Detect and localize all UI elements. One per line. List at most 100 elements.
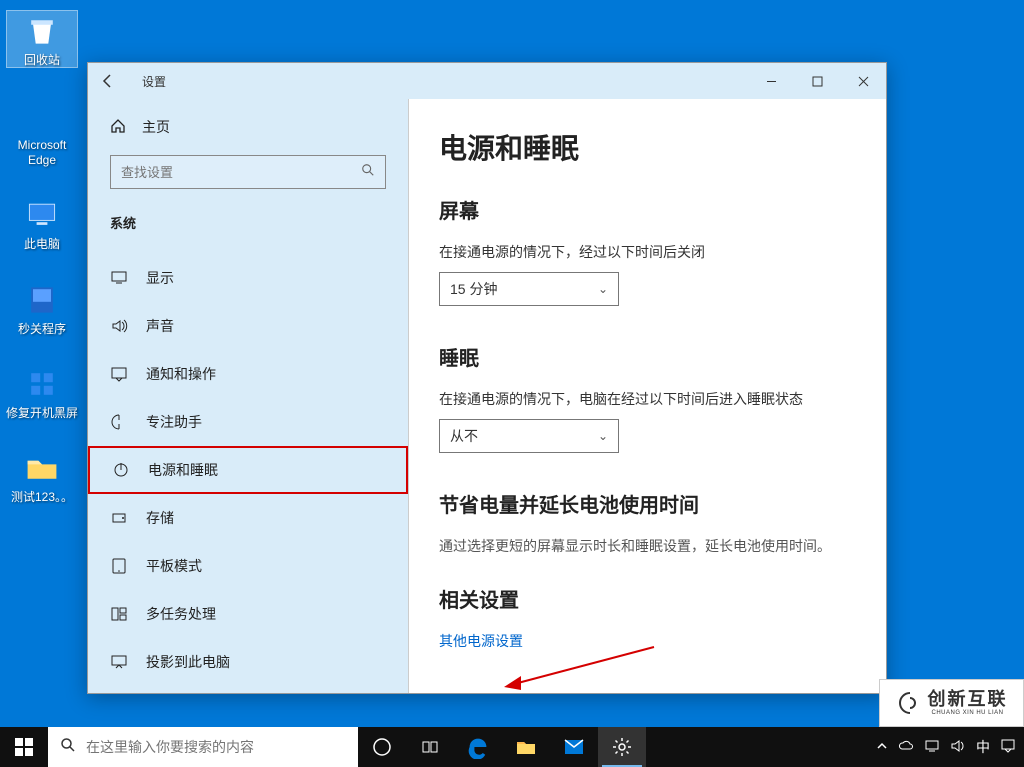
sound-icon	[110, 317, 128, 335]
chevron-down-icon: ⌄	[598, 429, 608, 443]
related-heading: 相关设置	[439, 584, 856, 613]
app-icon	[20, 364, 64, 404]
app-icon	[20, 280, 64, 320]
page-title: 电源和睡眠	[439, 127, 856, 167]
battery-tip: 通过选择更短的屏幕显示时长和睡眠设置，延长电池使用时间。	[439, 536, 856, 556]
desktop-icon-recycle-bin[interactable]: 回收站	[6, 10, 78, 68]
start-button[interactable]	[0, 727, 48, 767]
settings-window: 设置 主页 系统 显示 声音 通知和操作 专注助手 电源和睡眠	[87, 62, 887, 694]
desktop-icon-label: Microsoft Edge	[18, 138, 67, 167]
project-icon	[110, 653, 128, 671]
nav-item-tablet-mode[interactable]: 平板模式	[88, 542, 408, 590]
screen-timeout-value: 15 分钟	[450, 279, 497, 299]
taskbar-apps	[358, 727, 646, 767]
nav-item-label: 电源和睡眠	[148, 460, 218, 480]
tray-onedrive-icon[interactable]	[898, 738, 914, 757]
power-icon	[112, 461, 130, 479]
desktop-icon-edge[interactable]: Microsoft Edge	[6, 96, 78, 167]
taskbar-explorer[interactable]	[502, 727, 550, 767]
taskbar-edge[interactable]	[454, 727, 502, 767]
taskbar: 中	[0, 727, 1024, 767]
screen-heading: 屏幕	[439, 195, 856, 224]
nav-item-label: 多任务处理	[146, 604, 216, 624]
nav-item-power-sleep[interactable]: 电源和睡眠	[88, 446, 408, 494]
sleep-timeout-value: 从不	[450, 426, 478, 446]
nav-item-label: 通知和操作	[146, 364, 216, 384]
nav-item-projecting[interactable]: 投影到此电脑	[88, 638, 408, 686]
tray-action-center-icon[interactable]	[1000, 738, 1016, 757]
battery-heading: 节省电量并延长电池使用时间	[439, 489, 856, 518]
system-tray: 中	[876, 737, 1024, 757]
nav-item-sound[interactable]: 声音	[88, 302, 408, 350]
desktop-icon-label: 回收站	[24, 53, 60, 67]
cortana-button[interactable]	[358, 727, 406, 767]
desktop-icon-test-folder[interactable]: 测试123。。	[6, 448, 78, 504]
taskview-button[interactable]	[406, 727, 454, 767]
folder-icon	[20, 448, 64, 488]
nav-item-label: 声音	[146, 316, 174, 336]
nav-item-label: 投影到此电脑	[146, 652, 230, 672]
display-icon	[110, 269, 128, 287]
maximize-button[interactable]	[794, 63, 840, 99]
taskbar-settings[interactable]	[598, 727, 646, 767]
sleep-desc: 在接通电源的情况下，电脑在经过以下时间后进入睡眠状态	[439, 389, 856, 409]
section-label: 系统	[110, 213, 386, 232]
nav-item-label: 专注助手	[146, 412, 202, 432]
edge-icon	[20, 96, 64, 136]
main-pane: 电源和睡眠 屏幕 在接通电源的情况下，经过以下时间后关闭 15 分钟 ⌄ 睡眠 …	[408, 99, 886, 693]
other-power-settings-link[interactable]: 其他电源设置	[439, 631, 856, 651]
nav-item-notifications[interactable]: 通知和操作	[88, 350, 408, 398]
watermark-logo: 创新互联 CHUANG XIN HU LIAN	[879, 679, 1024, 727]
focus-icon	[110, 413, 128, 431]
storage-icon	[110, 509, 128, 527]
home-nav[interactable]: 主页	[110, 117, 386, 137]
settings-search-input[interactable]	[121, 165, 361, 180]
desktop-icon-label: 修复开机黑屏	[6, 406, 78, 420]
taskbar-search[interactable]	[48, 727, 358, 767]
nav-item-storage[interactable]: 存储	[88, 494, 408, 542]
notification-icon	[110, 365, 128, 383]
tray-chevron-up-icon[interactable]	[876, 740, 888, 755]
search-icon	[361, 163, 375, 182]
nav-list: 显示 声音 通知和操作 专注助手 电源和睡眠 存储 平板模式 多任务处理 投影到…	[88, 254, 408, 686]
close-button[interactable]	[840, 63, 886, 99]
taskbar-mail[interactable]	[550, 727, 598, 767]
this-pc-icon	[20, 195, 64, 235]
nav-item-label: 显示	[146, 268, 174, 288]
sleep-timeout-select[interactable]: 从不 ⌄	[439, 419, 619, 453]
screen-desc: 在接通电源的情况下，经过以下时间后关闭	[439, 242, 856, 262]
sleep-heading: 睡眠	[439, 342, 856, 371]
desktop-icons: 回收站 Microsoft Edge 此电脑 秒关程序 修复开机黑屏 测试123…	[6, 10, 82, 505]
multitasking-icon	[110, 605, 128, 623]
taskbar-search-input[interactable]	[86, 739, 346, 755]
settings-search[interactable]	[110, 155, 386, 189]
side-pane: 主页 系统 显示 声音 通知和操作 专注助手 电源和睡眠 存储 平板模式 多任务…	[88, 99, 408, 693]
nav-item-multitasking[interactable]: 多任务处理	[88, 590, 408, 638]
nav-item-display[interactable]: 显示	[88, 254, 408, 302]
recycle-bin-icon	[20, 11, 64, 51]
home-label: 主页	[142, 117, 170, 137]
tray-ime[interactable]: 中	[976, 737, 990, 757]
screen-timeout-select[interactable]: 15 分钟 ⌄	[439, 272, 619, 306]
search-icon	[60, 737, 76, 758]
watermark-sub: CHUANG XIN HU LIAN	[931, 710, 1003, 717]
tablet-icon	[110, 557, 128, 575]
desktop-icon-this-pc[interactable]: 此电脑	[6, 195, 78, 251]
home-icon	[110, 118, 126, 137]
nav-item-label: 存储	[146, 508, 174, 528]
desktop-icon-label: 秒关程序	[18, 322, 66, 336]
desktop-icon-shutdown-tool[interactable]: 秒关程序	[6, 280, 78, 336]
desktop-icon-label: 此电脑	[24, 237, 60, 251]
minimize-button[interactable]	[748, 63, 794, 99]
window-title: 设置	[142, 73, 166, 90]
desktop-icon-repair-blackscreen[interactable]: 修复开机黑屏	[6, 364, 78, 420]
tray-network-icon[interactable]	[924, 738, 940, 757]
titlebar[interactable]: 设置	[88, 63, 886, 99]
watermark-brand: 创新互联	[928, 689, 1008, 711]
tray-volume-icon[interactable]	[950, 738, 966, 757]
desktop-icon-label: 测试123。。	[11, 490, 73, 504]
nav-item-focus-assist[interactable]: 专注助手	[88, 398, 408, 446]
nav-item-label: 平板模式	[146, 556, 202, 576]
back-button[interactable]	[96, 69, 120, 93]
chevron-down-icon: ⌄	[598, 282, 608, 296]
